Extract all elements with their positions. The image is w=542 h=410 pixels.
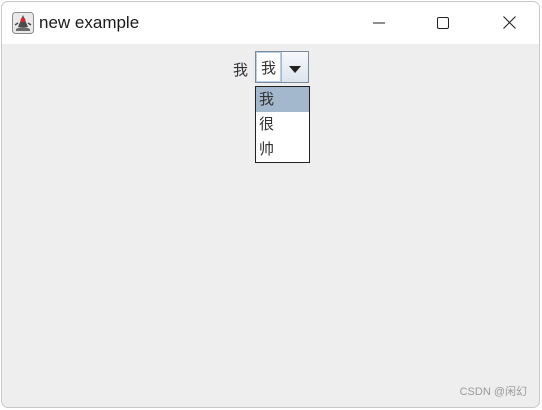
combo-arrow-button[interactable] [281,52,308,82]
close-icon [502,14,516,33]
window-title: new example [39,13,140,32]
chevron-down-icon [289,58,301,77]
maximize-icon [437,14,449,33]
dropdown-item[interactable]: 我 [256,87,309,112]
watermark: CSDN @闲幻 [459,386,527,398]
title-bar[interactable]: new example [2,2,539,44]
minimize-icon [373,14,385,33]
close-button[interactable] [486,2,532,44]
combo-label: 我 [233,61,249,79]
app-window: new example 我 我 我 很 帅 CSDN @闲幻 [1,1,540,408]
combo-box[interactable]: 我 [255,51,309,83]
dropdown-item[interactable]: 很 [256,112,309,137]
combo-selected-value[interactable]: 我 [256,52,281,82]
minimize-button[interactable] [356,2,402,44]
combo-dropdown-list: 我 很 帅 [255,86,310,163]
java-duke-icon[interactable] [12,12,34,34]
maximize-button[interactable] [420,2,466,44]
content-pane: 我 我 我 很 帅 CSDN @闲幻 [2,44,539,407]
dropdown-item[interactable]: 帅 [256,137,309,162]
